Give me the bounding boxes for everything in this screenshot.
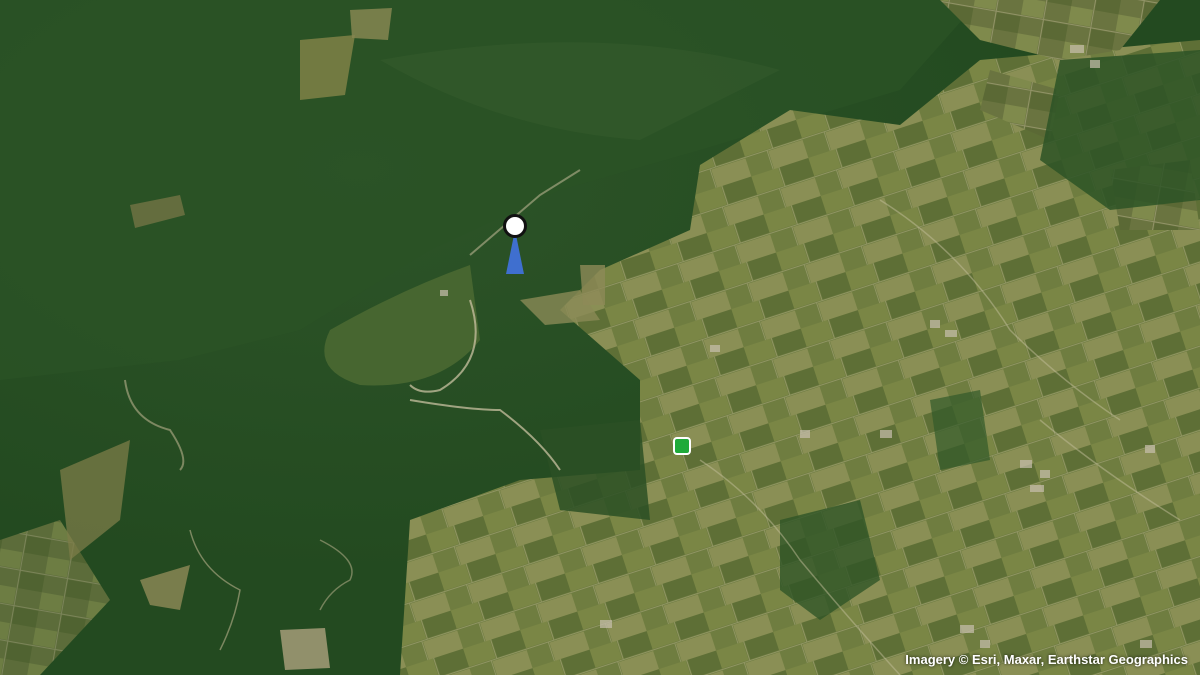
target-marker-icon[interactable]: [673, 437, 691, 455]
location-dot-icon: [503, 214, 527, 238]
map-attribution: Imagery © Esri, Maxar, Earthstar Geograp…: [905, 652, 1188, 667]
satellite-imagery: [0, 0, 1200, 675]
satellite-map[interactable]: Imagery © Esri, Maxar, Earthstar Geograp…: [0, 0, 1200, 675]
